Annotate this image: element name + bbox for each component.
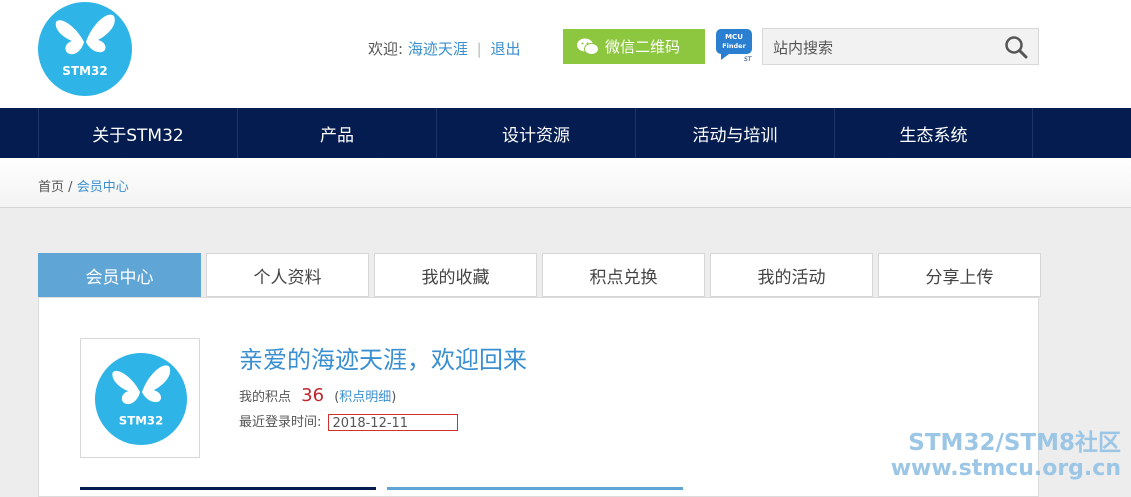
svg-text:ST: ST xyxy=(744,56,753,63)
top-header: STM32 欢迎: 海迹天涯 | 退出 微信二维码 MCU Finder ST xyxy=(0,0,1131,108)
mcu-finder-icon[interactable]: MCU Finder ST xyxy=(715,27,753,63)
watermark-line-2: www.stmcu.org.cn xyxy=(890,456,1121,481)
nav-item-products[interactable]: 产品 xyxy=(237,108,436,158)
search-icon[interactable] xyxy=(1004,35,1028,59)
tab-my-activities[interactable]: 我的活动 xyxy=(710,253,873,297)
stm32-logo[interactable]: STM32 xyxy=(38,2,132,96)
nav-item-about[interactable]: 关于STM32 xyxy=(38,108,237,158)
last-login-date: 2018-12-11 xyxy=(327,414,458,431)
svg-text:STM32: STM32 xyxy=(119,413,163,427)
nav-item-design-resources[interactable]: 设计资源 xyxy=(436,108,635,158)
welcome-label: 欢迎: xyxy=(368,40,404,58)
points-label: 我的积点 xyxy=(239,390,292,405)
site-watermark: STM32/STM8社区 www.stmcu.org.cn xyxy=(891,430,1121,482)
search-input[interactable] xyxy=(763,29,1005,66)
tab-member-center[interactable]: 会员中心 xyxy=(38,253,201,297)
breadcrumb-bar: 首页 / 会员中心 xyxy=(0,158,1131,208)
logout-link[interactable]: 退出 xyxy=(490,40,520,58)
nav-item-ecosystem[interactable]: 生态系统 xyxy=(834,108,1033,158)
breadcrumb-separator: / xyxy=(68,180,73,195)
points-line: 我的积点 36 (积点明细) xyxy=(239,385,396,406)
member-panel: STM32 亲爱的海迹天涯，欢迎回来 我的积点 36 (积点明细) 最近登录时间… xyxy=(38,297,1039,497)
main-nav: 关于STM32 产品 设计资源 活动与培训 生态系统 xyxy=(0,108,1131,158)
username-link[interactable]: 海迹天涯 xyxy=(408,40,468,58)
member-tabs: 会员中心 个人资料 我的收藏 积点兑换 我的活动 分享上传 xyxy=(38,253,1041,297)
svg-text:Finder: Finder xyxy=(722,42,746,50)
points-detail-link[interactable]: 积点明细 xyxy=(339,390,391,405)
tab-share-upload[interactable]: 分享上传 xyxy=(878,253,1041,297)
watermark-line-1: STM32/STM8社区 xyxy=(908,430,1121,456)
breadcrumb-home[interactable]: 首页 xyxy=(38,180,64,195)
search-box xyxy=(762,28,1039,66)
wechat-icon xyxy=(577,38,599,55)
tab-points-exchange[interactable]: 积点兑换 xyxy=(542,253,705,297)
welcome-greeting: 亲爱的海迹天涯，欢迎回来 xyxy=(239,346,527,374)
avatar[interactable]: STM32 xyxy=(80,338,200,458)
breadcrumb-current[interactable]: 会员中心 xyxy=(77,180,129,195)
points-detail-close: ) xyxy=(391,390,397,405)
logo-text: STM32 xyxy=(62,64,107,78)
nav-item-events[interactable]: 活动与培训 xyxy=(635,108,834,158)
tab-profile[interactable]: 个人资料 xyxy=(206,253,369,297)
last-login-label: 最近登录时间: xyxy=(239,415,322,430)
breadcrumb: 首页 / 会员中心 xyxy=(38,176,129,195)
points-value: 36 xyxy=(301,385,325,406)
tab-favorites[interactable]: 我的收藏 xyxy=(374,253,537,297)
wechat-qrcode-button[interactable]: 微信二维码 xyxy=(563,29,705,64)
last-login-line: 最近登录时间: 2018-12-11 xyxy=(239,411,458,431)
svg-text:MCU: MCU xyxy=(725,33,743,41)
divider: | xyxy=(476,40,482,58)
wechat-button-label: 微信二维码 xyxy=(605,38,681,56)
welcome-bar: 欢迎: 海迹天涯 | 退出 xyxy=(368,38,521,59)
